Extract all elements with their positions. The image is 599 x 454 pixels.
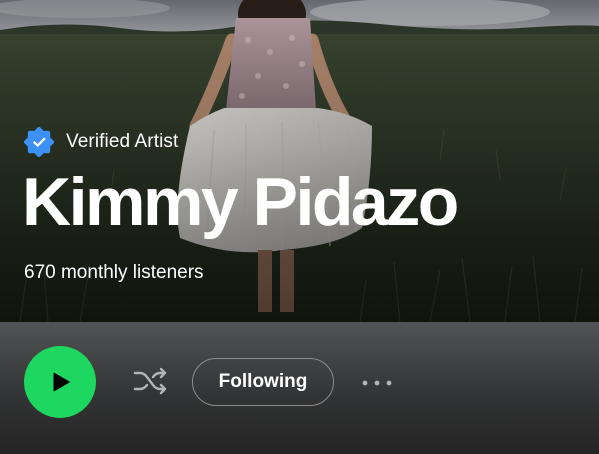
play-icon [47,369,73,395]
monthly-listeners-count: 670 monthly listeners [24,262,204,283]
artist-action-bar: Following [0,322,599,454]
verified-badge-icon [24,127,54,157]
artist-hero-banner: Verified Artist Kimmy Pidazo 670 monthly… [0,0,599,322]
artist-page: Verified Artist Kimmy Pidazo 670 monthly… [0,0,599,454]
verified-artist-row: Verified Artist [24,126,178,158]
artist-name-title: Kimmy Pidazo [22,164,459,240]
more-options-icon [361,375,393,390]
shuffle-icon [132,365,168,400]
following-button[interactable]: Following [192,358,334,406]
verified-artist-label: Verified Artist [66,131,179,152]
play-button[interactable] [24,346,96,418]
shuffle-button[interactable] [128,364,172,400]
more-options-button[interactable] [356,366,398,398]
